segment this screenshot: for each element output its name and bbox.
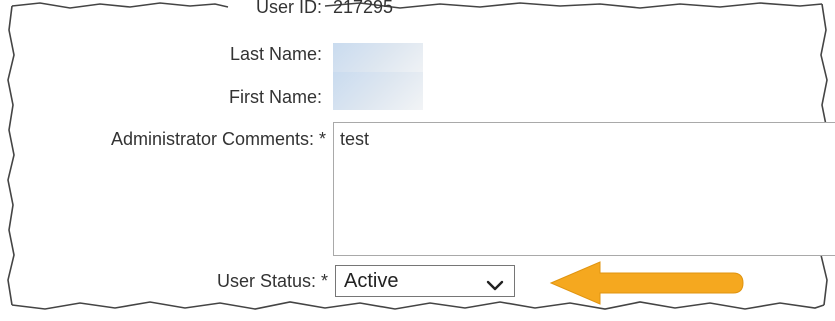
first-name-label: First Name:	[228, 87, 322, 107]
user-status-select[interactable]: Active	[335, 265, 515, 297]
user-id-value: 217295	[333, 0, 394, 17]
first-name-redacted-value	[333, 72, 423, 110]
administrator-comments-label: Administrator Comments: *	[110, 129, 326, 149]
administrator-comments-textarea[interactable]: test	[333, 122, 835, 256]
user-id-label: User ID:	[255, 0, 322, 17]
user-status-label: User Status: *	[216, 271, 328, 291]
user-status-selected-value: Active	[344, 270, 399, 292]
last-name-label: Last Name:	[229, 44, 322, 64]
arrow-left-icon	[549, 261, 744, 305]
chevron-down-icon[interactable]	[486, 275, 504, 298]
